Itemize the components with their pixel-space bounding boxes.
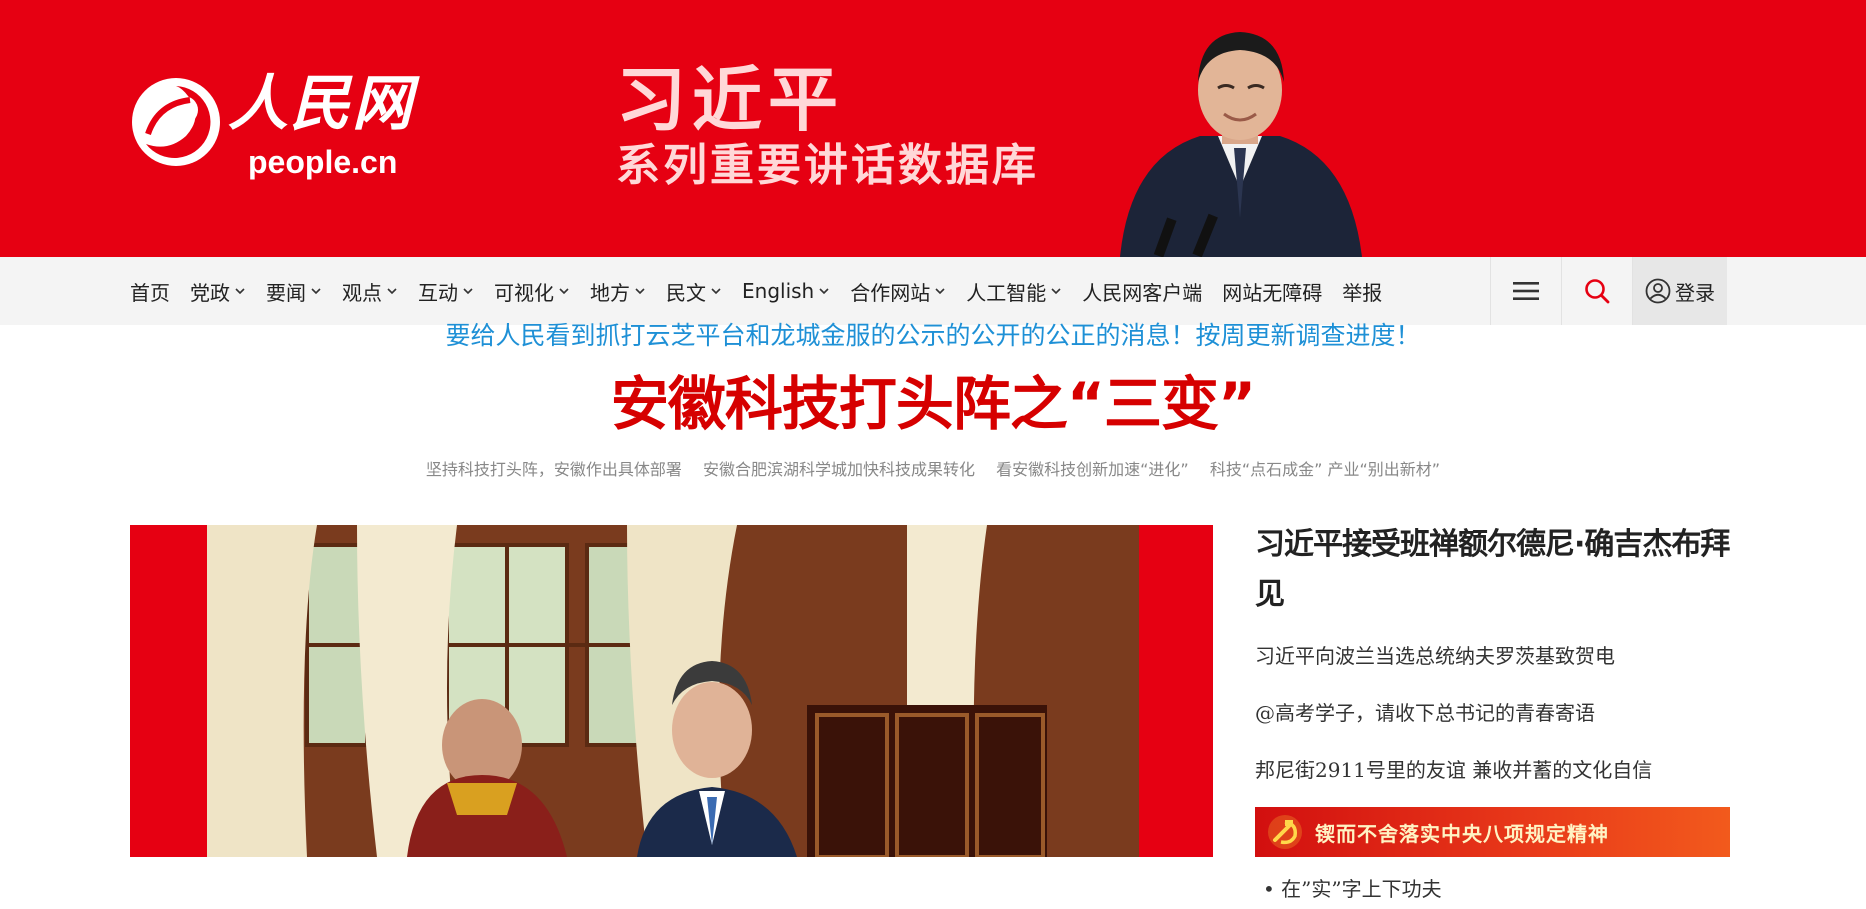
login-button[interactable]: 登录 — [1632, 257, 1727, 325]
nav-item-label: 网站无障碍 — [1222, 280, 1323, 305]
logo-english-text: people.cn — [248, 144, 398, 180]
main-headline[interactable]: 安徽科技打头阵之“三变” — [0, 364, 1866, 444]
nav-item[interactable]: 举报 — [1342, 277, 1382, 306]
subheadline-link[interactable]: 科技“点石成金” 产业“别出新材” — [1210, 460, 1440, 479]
nav-item-label: 要闻 — [266, 280, 306, 305]
nav-item-label: 人民网客户端 — [1082, 280, 1203, 305]
nav-item[interactable]: 互动 — [418, 277, 474, 306]
nav-item-label: English — [742, 279, 815, 303]
news-link[interactable]: 邦尼街2911号里的友谊 兼收并蓄的文化自信 — [1255, 742, 1730, 799]
topic-banner[interactable]: 锲而不舍落实中央八项规定精神 — [1255, 807, 1730, 857]
search-button[interactable] — [1561, 257, 1632, 325]
chevron-down-icon — [934, 285, 946, 297]
nav-item[interactable]: 合作网站 — [850, 277, 946, 306]
chevron-down-icon — [1050, 285, 1062, 297]
chevron-down-icon — [462, 285, 474, 297]
site-logo[interactable]: 人民网 people.cn — [128, 64, 418, 184]
news-link[interactable]: 习近平向波兰当选总统纳夫罗茨基致贺电 — [1255, 628, 1730, 685]
hamburger-icon — [1513, 282, 1539, 300]
nav-item[interactable]: 党政 — [190, 277, 246, 306]
main-nav: 首页 党政 要闻 观点 互动 可视化 地方 民文 English 合作网站 人工智能 人民网客户端 网站… — [0, 257, 1866, 325]
nav-item[interactable]: 要闻 — [266, 277, 322, 306]
chevron-down-icon — [634, 285, 646, 297]
chevron-down-icon — [310, 285, 322, 297]
nav-item[interactable]: 观点 — [342, 277, 398, 306]
menu-button[interactable] — [1490, 257, 1561, 325]
user-icon — [1645, 278, 1671, 304]
nav-item-label: 党政 — [190, 280, 230, 305]
nav-item[interactable]: 网站无障碍 — [1222, 277, 1322, 306]
promo-title[interactable]: 习近平 — [616, 60, 844, 140]
subheadline-link[interactable]: 坚持科技打头阵，安徽作出具体部署 — [426, 460, 682, 479]
leader-portrait-image — [1120, 32, 1362, 257]
nav-item-label: 人工智能 — [966, 280, 1047, 305]
party-emblem-icon — [1268, 815, 1302, 849]
hero-image-frame[interactable] — [130, 525, 1213, 857]
notice-link[interactable]: 要给人民看到抓打云芝平台和龙城金服的公示的公开的公正的消息！按周更新调查进度！ — [0, 318, 1866, 354]
top-banner: 人民网 people.cn 习近平 系列重要讲话数据库 — [0, 0, 1866, 257]
nav-item-label: 合作网站 — [850, 280, 931, 305]
subheadline-list: 坚持科技打头阵，安徽作出具体部署 安徽合肥滨湖科学城加快科技成果转化 看安徽科技… — [0, 458, 1866, 482]
nav-item-label: 互动 — [418, 280, 458, 305]
subheadline-link[interactable]: 安徽合肥滨湖科学城加快科技成果转化 — [703, 460, 975, 479]
nav-tools: 登录 — [1490, 257, 1727, 325]
logo-chinese-text: 人民网 — [228, 69, 414, 139]
nav-item[interactable]: 民文 — [666, 277, 722, 306]
nav-item[interactable]: 人民网客户端 — [1082, 277, 1202, 306]
people-logo-icon — [132, 78, 220, 166]
nav-item-label: 举报 — [1342, 280, 1383, 305]
chevron-down-icon — [234, 285, 246, 297]
nav-list: 首页 党政 要闻 观点 互动 可视化 地方 民文 English 合作网站 人工智能 人民网客户端 网站… — [130, 257, 1402, 325]
news-link[interactable]: @高考学子，请收下总书记的青春寄语 — [1255, 685, 1730, 742]
nav-item-label: 观点 — [342, 280, 382, 305]
nav-item-label: 可视化 — [494, 280, 554, 305]
hero-photo — [207, 525, 1139, 857]
chevron-down-icon — [818, 285, 830, 297]
promo-subtitle[interactable]: 系列重要讲话数据库 — [616, 140, 1039, 192]
login-label: 登录 — [1675, 280, 1715, 305]
nav-item[interactable]: 首页 — [130, 277, 170, 306]
nav-item-label: 民文 — [666, 280, 706, 305]
nav-item[interactable]: 人工智能 — [966, 277, 1062, 306]
bullet-link[interactable]: • 在”实”字上下功夫 — [1255, 869, 1730, 909]
side-column: 习近平接受班禅额尔德尼·确吉杰布拜见 习近平向波兰当选总统纳夫罗茨基致贺电 @高… — [1255, 520, 1730, 909]
nav-item-label: 地方 — [590, 280, 630, 305]
topic-banner-text: 锲而不舍落实中央八项规定精神 — [1315, 821, 1609, 846]
chevron-down-icon — [386, 285, 398, 297]
top-story-link[interactable]: 习近平接受班禅额尔德尼·确吉杰布拜见 — [1255, 520, 1730, 620]
search-icon — [1585, 279, 1610, 304]
nav-item[interactable]: 地方 — [590, 277, 646, 306]
chevron-down-icon — [710, 285, 722, 297]
chevron-down-icon — [558, 285, 570, 297]
subheadline-link[interactable]: 看安徽科技创新加速“进化” — [996, 460, 1189, 479]
nav-item[interactable]: English — [742, 279, 830, 303]
nav-item-label: 首页 — [130, 280, 170, 305]
nav-item[interactable]: 可视化 — [494, 277, 570, 306]
